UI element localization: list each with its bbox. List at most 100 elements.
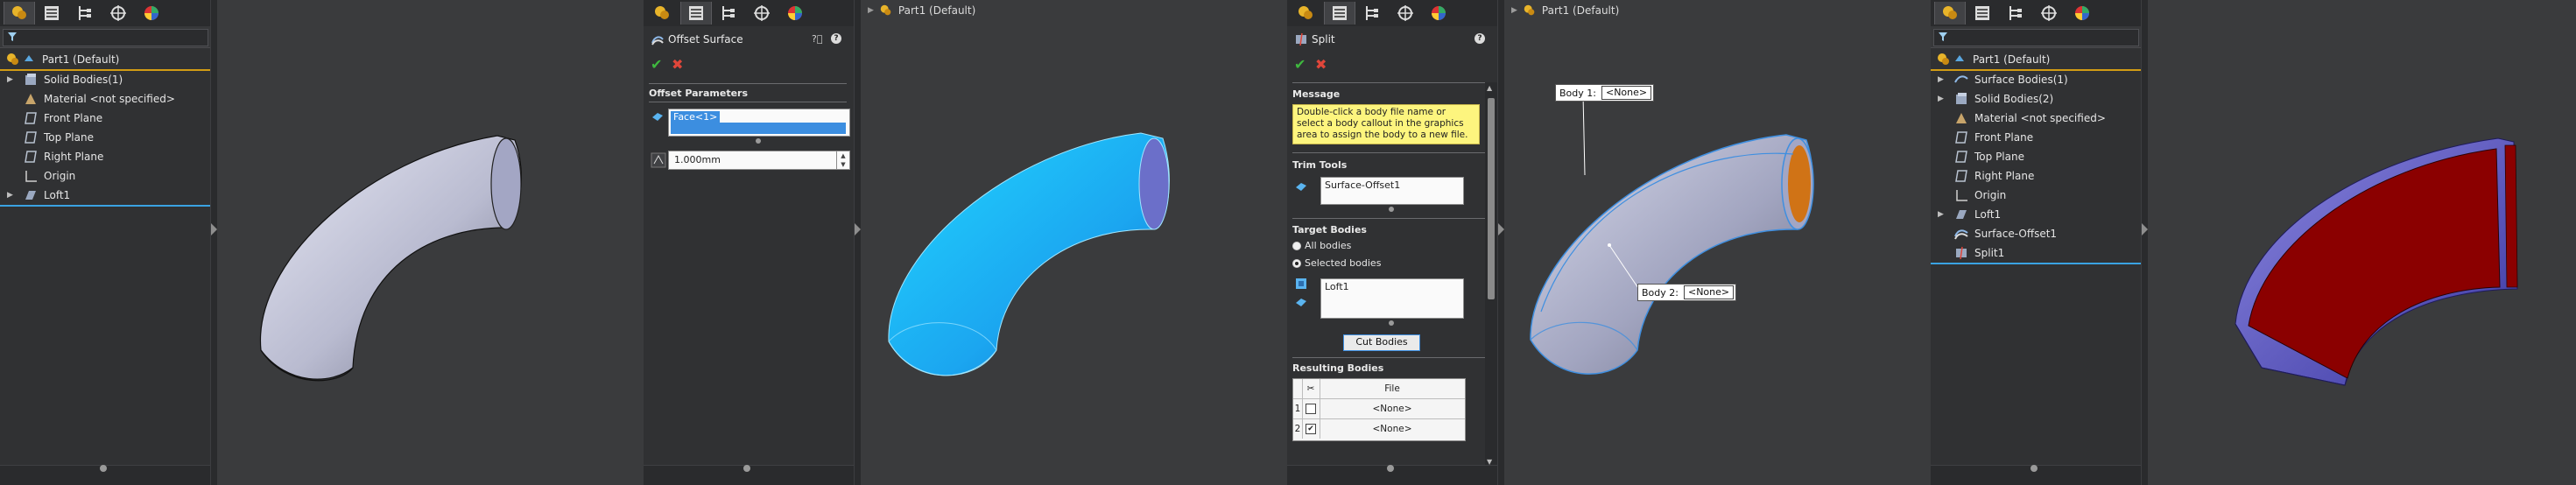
trim-tool-item[interactable]: Surface-Offset1 bbox=[1325, 179, 1400, 191]
tree-item-split1[interactable]: Split1 bbox=[1931, 243, 2141, 263]
tab-dimxpert-manager[interactable] bbox=[2034, 2, 2064, 25]
expand-arrow-icon[interactable]: ▶ bbox=[1938, 75, 1946, 84]
tree-root-part[interactable]: Part1 (Default) bbox=[1931, 50, 2141, 71]
tab-display-manager[interactable] bbox=[780, 2, 810, 25]
radio-circle[interactable] bbox=[1292, 241, 1301, 250]
cancel-x-icon[interactable]: ✖ bbox=[672, 56, 683, 73]
expand-arrow-icon[interactable]: ▶ bbox=[1938, 210, 1946, 219]
target-body-item[interactable]: Loft1 bbox=[1325, 281, 1349, 292]
collapse-arrow-icon[interactable] bbox=[855, 223, 861, 235]
tab-display-manager[interactable] bbox=[2067, 2, 2097, 25]
solid-bodies-icon bbox=[25, 74, 36, 85]
graphics-viewport[interactable]: ▶ Part1 (Default) bbox=[861, 0, 1287, 485]
spin-buttons[interactable]: ▲ ▼ bbox=[836, 151, 849, 169]
row-file[interactable]: <None> bbox=[1320, 419, 1465, 439]
offset-distance-field[interactable]: 1.000mm ▲ ▼ bbox=[668, 151, 850, 170]
callout-file-slot[interactable]: <None> bbox=[1601, 86, 1652, 100]
ok-checkmark-icon[interactable]: ✔ bbox=[651, 56, 662, 73]
graphics-viewport[interactable]: ▶ Part1 (Default) Body 1: <None> Body 2:… bbox=[1504, 0, 1931, 485]
tab-configuration-manager[interactable] bbox=[70, 2, 100, 25]
graphics-viewport[interactable] bbox=[217, 0, 644, 485]
tree-item-label: Right Plane bbox=[1974, 170, 2035, 182]
tab-dimxpert-manager[interactable] bbox=[747, 2, 777, 25]
tree-item-top-plane[interactable]: Top Plane bbox=[1931, 147, 2141, 166]
tab-dimxpert-manager[interactable] bbox=[1390, 2, 1420, 25]
tab-feature-manager[interactable] bbox=[1934, 2, 1966, 25]
tab-property-manager[interactable] bbox=[1967, 2, 1997, 25]
row-checkbox[interactable] bbox=[1306, 404, 1316, 414]
help-icon[interactable]: ? bbox=[831, 33, 841, 44]
tab-feature-manager[interactable] bbox=[4, 2, 35, 25]
tree-item-right-plane[interactable]: Right Plane bbox=[1931, 166, 2141, 186]
tree-item-front-plane[interactable]: Front Plane bbox=[0, 109, 210, 128]
target-bodies-list[interactable]: Loft1 bbox=[1320, 278, 1464, 319]
help-icon[interactable]: ? bbox=[1475, 33, 1485, 44]
graphics-viewport[interactable] bbox=[2148, 0, 2576, 485]
tab-feature-manager[interactable] bbox=[647, 2, 677, 25]
tree-root-part[interactable]: Part1 (Default) bbox=[0, 50, 210, 71]
pm-scrollbar[interactable]: ▲ ▼ bbox=[1485, 82, 1497, 467]
ok-checkmark-icon[interactable]: ✔ bbox=[1294, 56, 1306, 73]
scroll-thumb[interactable] bbox=[1488, 98, 1495, 299]
list-resize-handle[interactable] bbox=[1389, 207, 1394, 212]
row-checkbox-checked[interactable]: ✔ bbox=[1306, 424, 1316, 434]
tab-feature-manager[interactable] bbox=[1291, 2, 1320, 25]
tree-item-loft1[interactable]: ▶ Loft1 bbox=[1931, 205, 2141, 224]
face-selection-icon bbox=[652, 113, 663, 121]
tree-item-surface-bodies[interactable]: ▶ Surface Bodies(1) bbox=[1931, 70, 2141, 89]
radio-circle[interactable] bbox=[1292, 258, 1301, 268]
tree-item-surface-offset1[interactable]: Surface-Offset1 bbox=[1931, 224, 2141, 243]
collapse-arrow-icon[interactable] bbox=[2142, 223, 2148, 235]
panel-resize-handle[interactable] bbox=[743, 465, 750, 472]
radio-all-bodies[interactable]: All bodies bbox=[1292, 240, 1351, 251]
tab-property-manager[interactable] bbox=[37, 2, 67, 25]
tab-configuration-manager[interactable] bbox=[2001, 2, 2031, 25]
details-icon[interactable]: ?⃝ bbox=[812, 33, 822, 45]
body1-callout[interactable]: Body 1: <None> bbox=[1555, 84, 1655, 102]
panel-resize-handle[interactable] bbox=[1387, 465, 1394, 472]
panel-resize-handle[interactable] bbox=[2031, 465, 2038, 472]
face-selection-item[interactable]: Face<1> bbox=[671, 111, 721, 123]
tab-display-manager[interactable] bbox=[1424, 2, 1453, 25]
tab-display-manager[interactable] bbox=[137, 2, 166, 25]
tree-filter-input[interactable] bbox=[3, 29, 208, 46]
tree-item-solid-bodies[interactable]: ▶ Solid Bodies(2) bbox=[1931, 89, 2141, 109]
expand-arrow-icon[interactable]: ▶ bbox=[7, 191, 16, 200]
panel-resize-handle[interactable] bbox=[100, 465, 107, 472]
tab-property-manager[interactable] bbox=[1324, 2, 1355, 25]
expand-arrow-icon[interactable]: ▶ bbox=[7, 75, 16, 84]
tree-item-material[interactable]: Material <not specified> bbox=[0, 89, 210, 109]
tree-item-loft1[interactable]: ▶ Loft1 bbox=[0, 186, 210, 205]
tree-filter-input[interactable] bbox=[1933, 29, 2139, 46]
tab-configuration-manager[interactable] bbox=[1357, 2, 1387, 25]
collapse-arrow-icon[interactable] bbox=[1498, 223, 1504, 235]
cut-bodies-button[interactable]: Cut Bodies bbox=[1343, 334, 1420, 351]
radio-selected-bodies[interactable]: Selected bodies bbox=[1292, 257, 1381, 269]
tab-property-manager[interactable] bbox=[680, 2, 712, 25]
rollback-bar[interactable] bbox=[1931, 263, 2141, 264]
expand-arrow-icon[interactable]: ▶ bbox=[1938, 95, 1946, 103]
table-row[interactable]: 1 <None> bbox=[1293, 399, 1465, 419]
tab-configuration-manager[interactable] bbox=[714, 2, 743, 25]
tree-item-origin[interactable]: Origin bbox=[0, 166, 210, 186]
body2-callout[interactable]: Body 2: <None> bbox=[1637, 284, 1737, 301]
collapse-arrow-icon[interactable] bbox=[211, 223, 217, 235]
table-row[interactable]: 2 ✔ <None> bbox=[1293, 419, 1465, 439]
tree-item-origin[interactable]: Origin bbox=[1931, 186, 2141, 205]
tree-item-material[interactable]: Material <not specified> bbox=[1931, 109, 2141, 128]
tree-item-front-plane[interactable]: Front Plane bbox=[1931, 128, 2141, 147]
list-resize-handle[interactable] bbox=[1389, 320, 1394, 326]
row-file[interactable]: <None> bbox=[1320, 399, 1465, 418]
tree-item-label: Top Plane bbox=[1974, 151, 2024, 163]
callout-file-slot[interactable]: <None> bbox=[1683, 285, 1735, 299]
tree-item-solid-bodies[interactable]: ▶ Solid Bodies(1) bbox=[0, 70, 210, 89]
tab-dimxpert-manager[interactable] bbox=[103, 2, 133, 25]
tree-item-right-plane[interactable]: Right Plane bbox=[0, 147, 210, 166]
face-selection-list[interactable]: Face<1> bbox=[668, 109, 850, 137]
scroll-up-icon[interactable]: ▲ bbox=[1487, 84, 1492, 92]
trim-tools-list[interactable]: Surface-Offset1 bbox=[1320, 177, 1464, 205]
list-resize-handle[interactable] bbox=[756, 138, 761, 144]
tree-item-top-plane[interactable]: Top Plane bbox=[0, 128, 210, 147]
rollback-bar[interactable] bbox=[0, 205, 210, 207]
cancel-x-icon[interactable]: ✖ bbox=[1315, 56, 1327, 73]
